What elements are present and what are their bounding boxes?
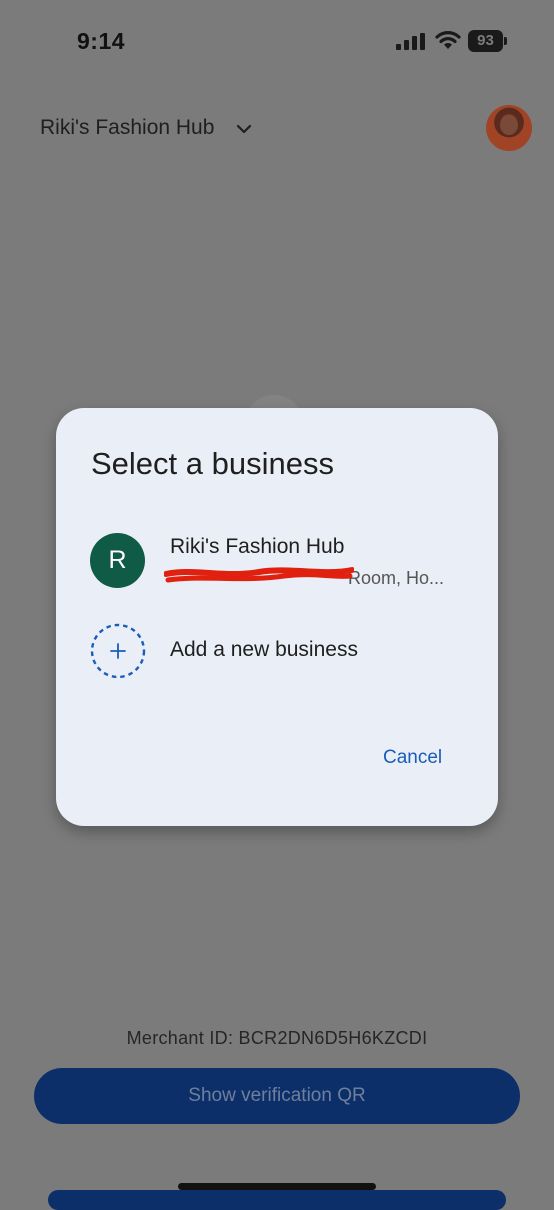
status-bar: 9:14 93 — [0, 0, 554, 84]
business-address-text: Room, Ho... — [348, 568, 445, 588]
avatar-face — [500, 115, 518, 135]
wifi-icon — [435, 31, 461, 49]
bottom-sheet-edge — [48, 1190, 506, 1210]
plus-icon — [90, 623, 146, 679]
header-business-name: Riki's Fashion Hub — [40, 116, 215, 139]
signal-icon — [396, 33, 425, 50]
show-verification-qr-button[interactable]: Show verification QR — [34, 1068, 520, 1124]
profile-avatar[interactable] — [486, 105, 532, 151]
home-indicator[interactable] — [178, 1183, 376, 1190]
merchant-id: Merchant ID: BCR2DN6D5H6KZCDI — [126, 1028, 428, 1048]
add-business-label: Add a new business — [170, 638, 358, 661]
chevron-down-icon — [237, 124, 252, 134]
battery-tip — [504, 37, 507, 45]
redaction-scribble — [164, 567, 354, 583]
business-list-item[interactable]: R Riki's Fashion Hub Room, Ho... — [90, 530, 470, 594]
dialog-title: Select a business — [91, 446, 334, 481]
select-business-dialog: Select a business R Riki's Fashion Hub R… — [56, 408, 498, 826]
business-switcher[interactable]: Riki's Fashion Hub — [40, 112, 252, 144]
business-avatar: R — [90, 533, 145, 588]
add-business-item[interactable]: Add a new business — [90, 623, 470, 683]
cancel-button[interactable]: Cancel — [383, 747, 442, 769]
status-time: 9:14 — [77, 28, 126, 54]
battery-icon: 93 — [468, 30, 503, 52]
business-name: Riki's Fashion Hub — [170, 535, 345, 558]
